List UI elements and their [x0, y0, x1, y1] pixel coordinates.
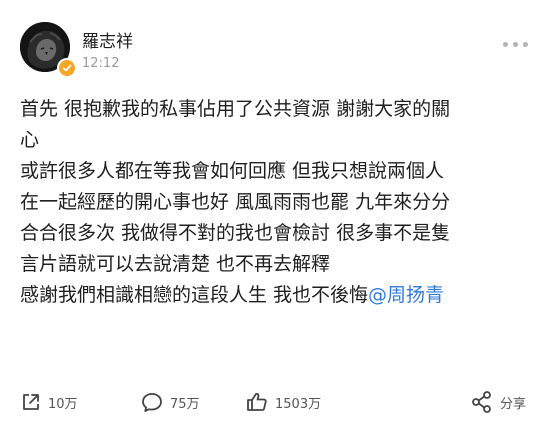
thumbs-up-icon: [247, 392, 267, 411]
verified-badge-icon: [57, 58, 77, 78]
post-line: 在一起經歷的開心事也好 風風雨雨也罷 九年來分分: [20, 191, 451, 213]
post-text: 首先 很抱歉我的私事佔用了公共資源 謝謝大家的關 心 或許很多人都在等我會如何回…: [20, 94, 540, 311]
post-time: 12:12: [82, 56, 120, 71]
action-bar: 10万 75万 1503万 分享: [0, 386, 550, 418]
like-button[interactable]: 1503万: [245, 386, 321, 418]
post-line: 感謝我們相識相戀的這段人生 我也不後悔: [20, 284, 369, 306]
repost-button[interactable]: 10万: [20, 386, 78, 418]
comment-icon: [142, 393, 162, 412]
post-line: 合合很多次 我做得不對的我也會檢討 很多事不是隻: [20, 222, 451, 244]
repost-icon: [23, 394, 39, 410]
comment-button[interactable]: 75万: [140, 386, 200, 418]
more-dots-icon[interactable]: [503, 38, 535, 50]
post-line: 首先 很抱歉我的私事佔用了公共資源 謝謝大家的關: [20, 98, 451, 120]
share-icon: [472, 391, 491, 413]
post-line: 心: [20, 129, 40, 151]
mention-link[interactable]: @周扬青: [368, 284, 444, 306]
post-line: 言片語就可以去說清楚 也不再去解釋: [20, 253, 331, 275]
author-name[interactable]: 羅志祥: [82, 27, 133, 52]
post-last-line: 感謝我們相識相戀的這段人生 我也不後悔@周扬青: [20, 280, 540, 311]
like-count: 1503万: [275, 396, 322, 412]
repost-count: 10万: [48, 396, 78, 412]
comment-count: 75万: [170, 396, 200, 412]
share-button[interactable]: 分享: [470, 386, 526, 418]
post-line: 或許很多人都在等我會如何回應 但我只想說兩個人: [20, 160, 445, 182]
share-label: 分享: [500, 396, 527, 412]
